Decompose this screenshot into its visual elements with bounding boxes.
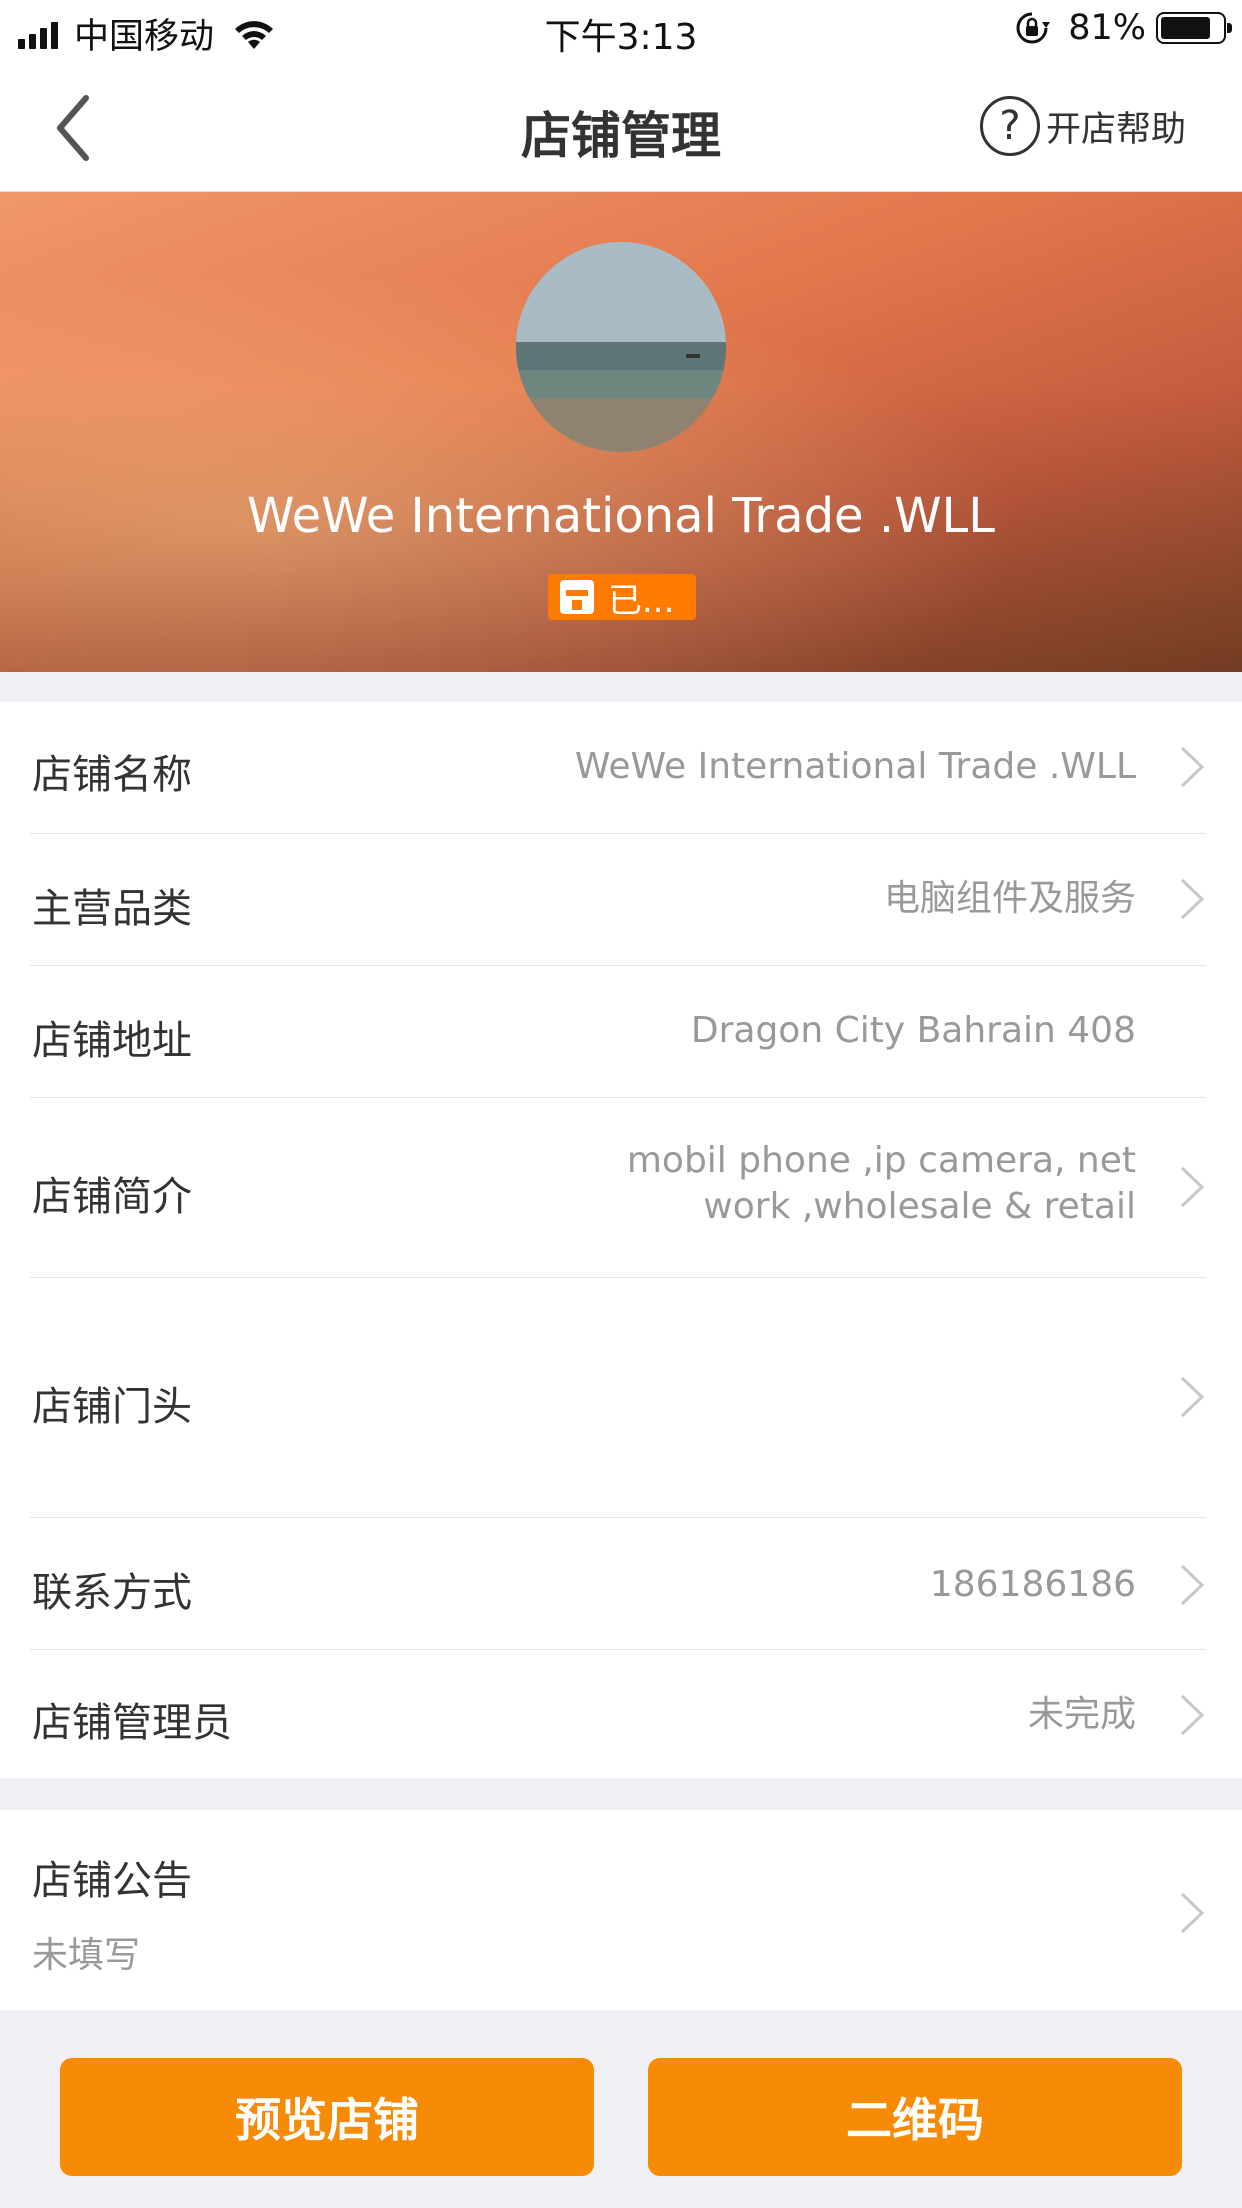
notice-value: 未填写: [32, 1935, 141, 1976]
store-icon: [560, 580, 594, 614]
store-management-screen: 中国移动 下午3:13 81% 店铺管理 ? 开店帮助 WeWe Interna…: [0, 0, 1242, 2208]
row-intro[interactable]: 店铺简介 mobil phone ,ip camera, net work ,w…: [30, 1098, 1206, 1278]
notice-label: 店铺公告: [32, 1858, 192, 1904]
battery-icon: [1156, 12, 1232, 44]
row-admin[interactable]: 店铺管理员 未完成: [30, 1650, 1206, 1778]
help-label: 开店帮助: [1045, 109, 1186, 150]
badge-label: 已...: [608, 580, 675, 621]
row-label: 店铺名称: [32, 752, 192, 798]
help-button[interactable]: ? 开店帮助: [979, 96, 1186, 156]
row-label: 店铺简介: [32, 1174, 192, 1220]
row-value: mobil phone ,ip camera, net work ,wholes…: [627, 1138, 1136, 1230]
shop-info-list: 店铺名称 WeWe International Trade .WLL 主营品类 …: [0, 702, 1242, 1778]
row-shop-name[interactable]: 店铺名称 WeWe International Trade .WLL: [30, 702, 1206, 834]
status-bar: 中国移动 下午3:13 81%: [0, 0, 1242, 62]
status-right: 81%: [1014, 8, 1232, 48]
orientation-lock-icon: [1016, 12, 1051, 44]
shop-avatar[interactable]: [516, 242, 726, 452]
row-value: 未完成: [1027, 1694, 1136, 1735]
row-label: 店铺地址: [32, 1018, 192, 1064]
avatar-image: [516, 242, 726, 452]
battery-percent: 81%: [1068, 8, 1146, 48]
row-value: 186186186: [929, 1564, 1136, 1605]
row-value: 电脑组件及服务: [883, 878, 1136, 919]
nav-bar: 店铺管理 ? 开店帮助: [0, 62, 1242, 192]
chevron-right-icon: [1180, 1166, 1205, 1208]
chevron-right-icon: [1180, 1376, 1205, 1418]
qrcode-button[interactable]: 二维码: [648, 2058, 1182, 2176]
row-value: Dragon City Bahrain 408: [690, 1010, 1136, 1051]
row-label: 主营品类: [32, 886, 192, 932]
intro-line-1: mobil phone ,ip camera, net: [626, 1140, 1136, 1181]
shop-status-badge: 已...: [548, 574, 696, 621]
chevron-right-icon: [1180, 1564, 1205, 1606]
chevron-right-icon: [1180, 878, 1205, 920]
row-label: 店铺门头: [32, 1384, 192, 1430]
chevron-right-icon: [1180, 1694, 1205, 1736]
chevron-right-icon: [1180, 1892, 1205, 1934]
row-category[interactable]: 主营品类 电脑组件及服务: [30, 834, 1206, 966]
row-contact[interactable]: 联系方式 186186186: [30, 1518, 1206, 1650]
preview-shop-button[interactable]: 预览店铺: [60, 2058, 594, 2176]
intro-line-2: work ,wholesale & retail: [703, 1186, 1136, 1227]
row-label: 店铺管理员: [32, 1700, 232, 1746]
chevron-right-icon: [1180, 746, 1205, 788]
shop-header-banner: WeWe International Trade .WLL 已...: [0, 192, 1242, 672]
row-value: WeWe International Trade .WLL: [574, 746, 1136, 787]
shop-name-heading: WeWe International Trade .WLL: [246, 488, 996, 544]
row-address: 店铺地址 Dragon City Bahrain 408: [30, 966, 1206, 1098]
notice-section[interactable]: 店铺公告 未填写: [0, 1810, 1242, 2010]
question-icon: ?: [979, 96, 1040, 156]
row-storefront[interactable]: 店铺门头: [30, 1278, 1206, 1518]
row-label: 联系方式: [32, 1570, 192, 1616]
